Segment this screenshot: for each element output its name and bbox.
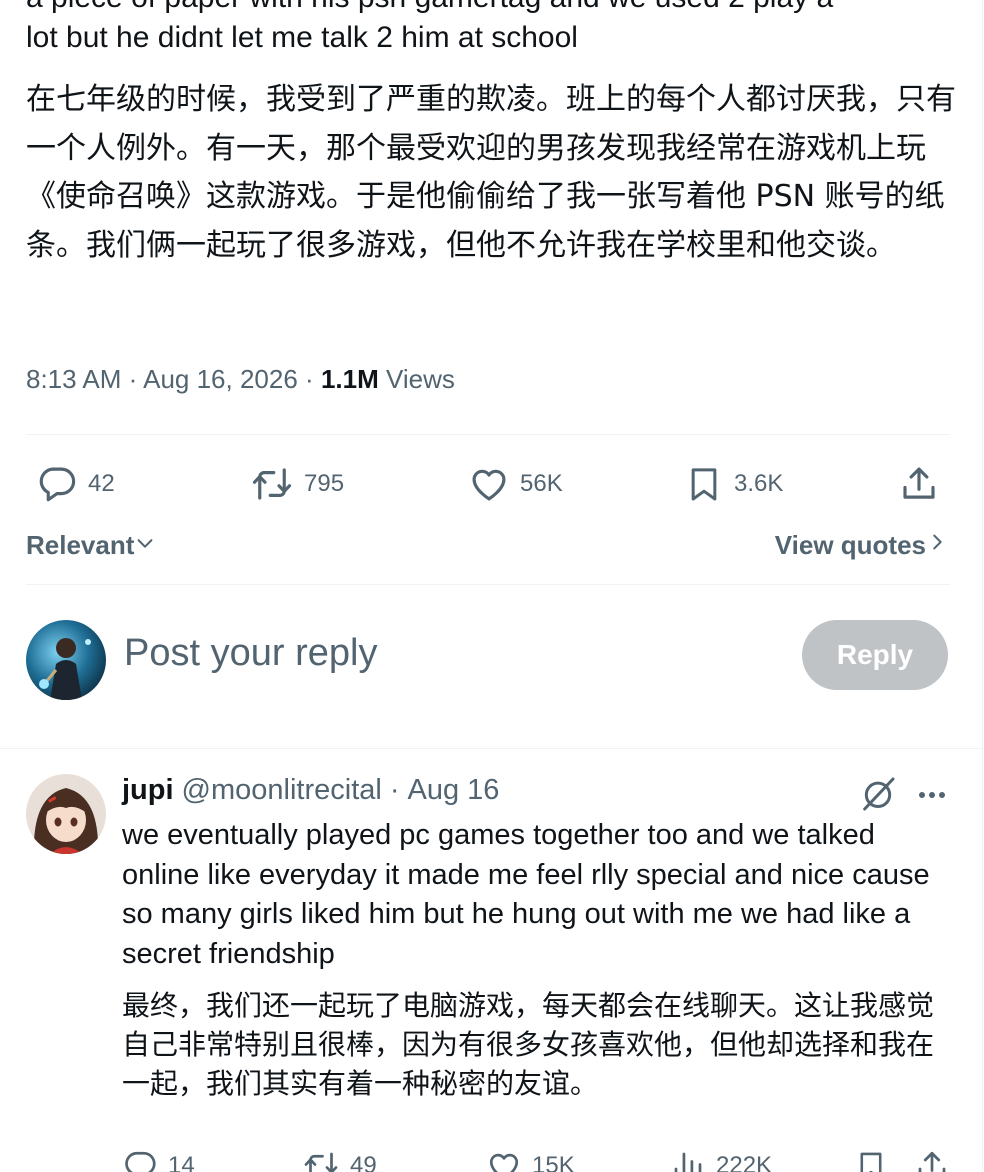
tweet-translation: 在七年级的时候，我受到了严重的欺凌。班上的每个人都讨厌我，只有一个人例外。有一天… [26,82,956,263]
share-action[interactable] [914,1142,950,1172]
views-count: 1.1M [320,364,379,394]
divider [26,434,950,435]
heart-icon [468,463,510,505]
retweet-action[interactable]: 49 [302,1142,377,1172]
retweet-count: 795 [304,470,345,497]
reply-date[interactable]: Aug 16 [408,774,500,807]
bookmark-action[interactable]: 3.6K [684,460,783,508]
grok-icon[interactable] [858,774,898,814]
tweet-text-line: a piece of paper with his psn gamertag a… [26,0,956,18]
user-handle[interactable]: @moonlitrecital [182,774,382,807]
tweet-action-bar: 42 795 56K 3.6K [0,460,982,508]
reply-bubble-icon [36,463,78,505]
share-upload-icon [914,1148,950,1172]
views-chart-icon [670,1148,706,1172]
views-action[interactable]: 222K [670,1142,772,1172]
reply-bubble-icon [122,1148,158,1172]
views-label: Views [386,364,455,394]
view-quotes-label: View quotes [774,530,926,560]
replies-sort-row: Relevant View quotes [26,526,948,566]
meta-separator: · [305,364,314,394]
avatar[interactable] [26,774,106,854]
reply-count: 42 [88,470,115,497]
share-action[interactable] [898,460,940,508]
view-quotes-link[interactable]: View quotes [775,530,948,561]
display-name[interactable]: jupi [122,774,174,807]
reply-header: jupi @moonlitrecital · Aug 16 [122,774,499,807]
meta-separator: · [389,774,400,806]
reply-action-bar: 14 49 15K 222K [0,1142,982,1172]
divider [0,748,982,749]
chevron-down-icon [134,530,156,561]
retweet-action[interactable]: 795 [250,460,344,508]
like-count: 15K [532,1152,575,1172]
sort-dropdown[interactable]: Relevant [26,530,156,561]
heart-icon [486,1148,522,1172]
divider [26,584,950,585]
bookmark-count: 3.6K [734,470,784,497]
tweet-metadata: 8:13 AM · Aug 16, 2026 · 1.1M Views [26,364,455,395]
views-count: 222K [716,1152,773,1172]
tweet-time[interactable]: 8:13 AM [26,364,121,394]
tweet-date[interactable]: Aug 16, 2026 [143,364,298,394]
share-upload-icon [898,463,940,505]
avatar[interactable] [26,620,106,700]
chevron-right-icon [926,530,948,561]
reply-input[interactable]: Post your reply [124,632,377,675]
bookmark-icon [854,1148,888,1172]
reply-button[interactable]: Reply [802,620,948,690]
retweet-icon [250,463,294,505]
like-action[interactable]: 15K [486,1142,575,1172]
sort-label: Relevant [26,530,135,560]
reply-count: 14 [168,1152,195,1172]
reply-translation: 最终，我们还一起玩了电脑游戏，每天都会在线聊天。这让我感觉自己非常特别且很棒，因… [122,989,935,1100]
meta-separator: · [128,364,138,394]
reply-action[interactable]: 14 [122,1142,195,1172]
bookmark-icon [684,463,724,505]
like-action[interactable]: 56K [468,460,563,508]
tweet-text-line: lot but he didnt let me talk 2 him at sc… [26,21,578,54]
reply-action[interactable]: 42 [36,460,115,508]
retweet-count: 49 [350,1152,377,1172]
reply-text: we eventually played pc games together t… [122,819,930,970]
bookmark-action[interactable] [854,1142,888,1172]
retweet-icon [302,1148,340,1172]
like-count: 56K [520,470,563,497]
tweet-detail-view: a piece of paper with his psn gamertag a… [0,0,983,1172]
more-options-icon[interactable] [914,780,950,810]
